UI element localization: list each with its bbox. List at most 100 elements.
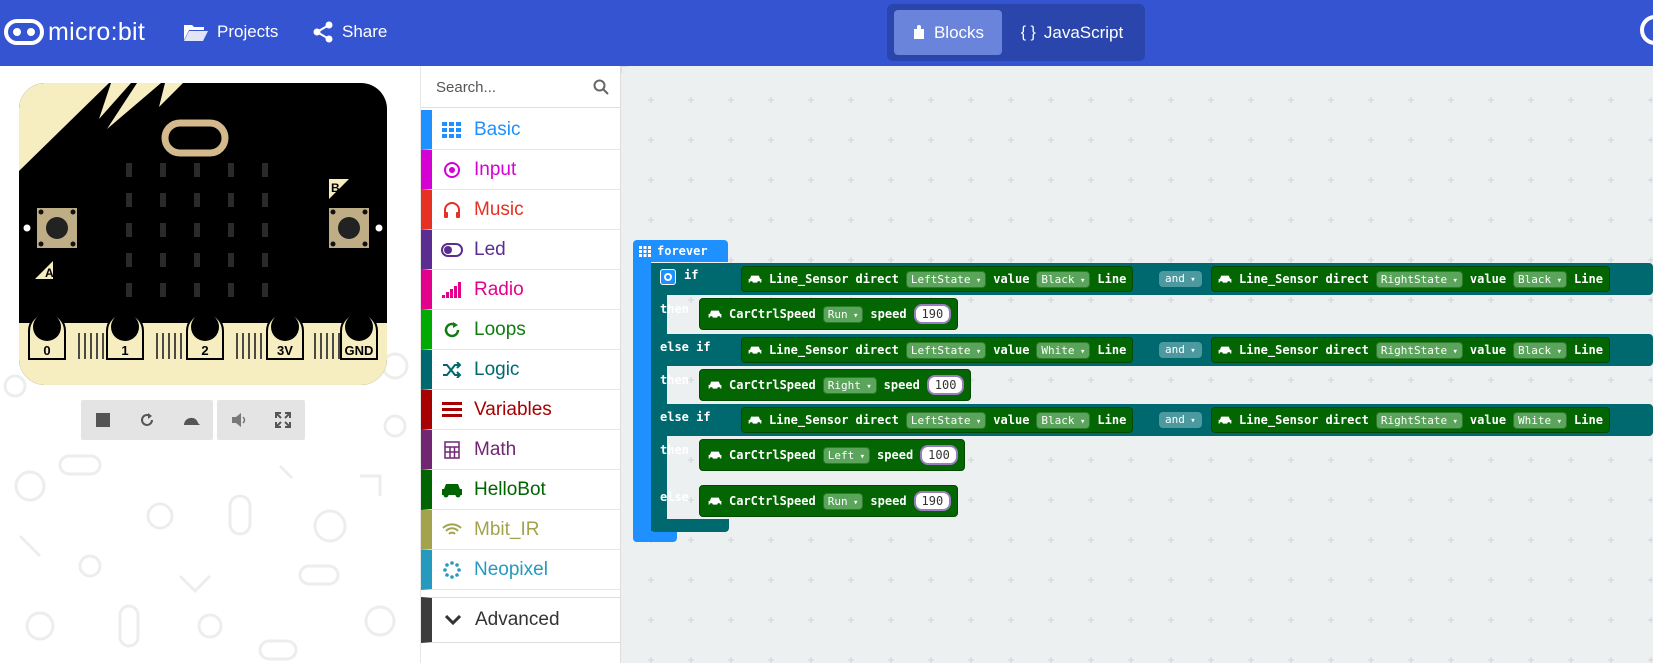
blocks-workspace[interactable]: forever if then else if then else if the…: [621, 66, 1653, 663]
car-icon: [748, 416, 762, 425]
logo-text: micro:bit: [48, 17, 146, 46]
button-b[interactable]: [329, 208, 369, 248]
stop-icon[interactable]: [81, 400, 125, 440]
value-label: value: [1469, 272, 1507, 286]
javascript-tab[interactable]: { } JavaScript: [1005, 10, 1139, 55]
line-sensor-block[interactable]: Line_Sensor direct RightState value Whit…: [1211, 407, 1610, 433]
speed-value-input[interactable]: 190: [913, 491, 952, 511]
speed-value-input[interactable]: 100: [920, 445, 958, 465]
category-loops[interactable]: Loops: [421, 310, 621, 350]
color-dropdown[interactable]: Black: [1513, 270, 1568, 288]
help-icon[interactable]: [1640, 15, 1653, 45]
speed-label: speed: [870, 307, 907, 321]
and-operator-dropdown[interactable]: and: [1159, 412, 1202, 428]
and-operator-dropdown[interactable]: and: [1159, 271, 1202, 287]
category-label: Math: [474, 438, 517, 460]
refresh-icon: [441, 321, 463, 339]
color-dropdown[interactable]: Black: [1036, 411, 1091, 429]
pin-1-label: 1: [121, 343, 128, 358]
simulator-panel: A B 0 1 2 3V GND: [0, 66, 420, 663]
gear-icon[interactable]: [660, 269, 676, 285]
search-input[interactable]: [421, 66, 621, 108]
state-dropdown[interactable]: RightState: [1375, 411, 1463, 429]
toolbox: Basic Input Music Led Radio Loops Logic …: [420, 66, 621, 663]
forever-block-body[interactable]: [633, 260, 651, 542]
category-logic[interactable]: Logic: [421, 350, 621, 390]
search-box: [421, 66, 621, 108]
state-dropdown[interactable]: LeftState: [905, 341, 987, 359]
color-dropdown[interactable]: Black: [1513, 341, 1568, 359]
button-a[interactable]: [37, 208, 77, 248]
state-dropdown[interactable]: LeftState: [905, 411, 987, 429]
target-icon: [441, 161, 463, 179]
car-ctrl-speed-block[interactable]: CarCtrlSpeed Right speed 100: [699, 369, 972, 401]
sensor-label: Line_Sensor: [1239, 413, 1319, 427]
forever-block[interactable]: forever: [633, 240, 728, 262]
car-icon: [708, 381, 722, 390]
calculator-icon: [441, 440, 463, 459]
color-dropdown[interactable]: White: [1513, 411, 1568, 429]
direction-dropdown[interactable]: Run: [822, 305, 864, 323]
car-icon: [748, 346, 762, 355]
category-label: Mbit_IR: [474, 518, 540, 540]
pin-gnd-label: GND: [345, 343, 374, 358]
blocks-tab[interactable]: Blocks: [894, 10, 1002, 55]
braces-icon: { }: [1020, 23, 1036, 41]
microbit-board[interactable]: A B 0 1 2 3V GND: [19, 83, 387, 385]
pin-3v-label: 3V: [277, 343, 293, 358]
state-dropdown[interactable]: LeftState: [905, 270, 987, 288]
line-sensor-block[interactable]: Line_Sensor direct LeftState value Black…: [741, 407, 1134, 433]
direction-dropdown[interactable]: Right: [822, 376, 877, 394]
direction-dropdown[interactable]: Run: [822, 492, 864, 510]
category-radio[interactable]: Radio: [421, 270, 621, 310]
speed-value-input[interactable]: 190: [913, 304, 952, 324]
car-icon: [748, 275, 762, 284]
car-ctrl-speed-block[interactable]: CarCtrlSpeed Run speed 190: [699, 298, 959, 330]
category-label: Neopixel: [474, 558, 548, 580]
category-led[interactable]: Led: [421, 230, 621, 270]
category-label: Basic: [474, 118, 521, 140]
state-dropdown[interactable]: RightState: [1375, 270, 1463, 288]
line-sensor-block[interactable]: Line_Sensor direct LeftState value White…: [741, 337, 1134, 363]
color-dropdown[interactable]: White: [1036, 341, 1091, 359]
speed-value-input[interactable]: 100: [926, 375, 965, 395]
and-operator-dropdown[interactable]: and: [1159, 342, 1202, 358]
category-variables[interactable]: Variables: [421, 390, 621, 430]
category-hellobot[interactable]: HelloBot: [421, 470, 621, 510]
slowmo-icon[interactable]: [169, 400, 213, 440]
editor-mode-switch: Blocks { } JavaScript: [887, 4, 1145, 61]
pin-2-label: 2: [201, 343, 208, 358]
microbit-logo[interactable]: micro:bit: [4, 14, 145, 50]
share-button[interactable]: Share: [312, 18, 387, 46]
restart-icon[interactable]: [125, 400, 169, 440]
category-neopixel[interactable]: Neopixel: [421, 550, 621, 590]
state-dropdown[interactable]: RightState: [1375, 341, 1463, 359]
line-sensor-block[interactable]: Line_Sensor direct LeftState value Black…: [741, 266, 1134, 292]
pin-0-label: 0: [43, 343, 50, 358]
car-ctrl-speed-block[interactable]: CarCtrlSpeed Left speed 100: [699, 439, 965, 471]
mute-icon[interactable]: [217, 400, 261, 440]
sensor-label: Line_Sensor: [769, 272, 849, 286]
share-icon: [313, 21, 333, 43]
grid-icon: [441, 121, 463, 138]
line-sensor-block[interactable]: Line_Sensor direct RightState value Blac…: [1211, 266, 1610, 292]
category-advanced[interactable]: Advanced: [421, 597, 621, 643]
category-input[interactable]: Input: [421, 150, 621, 190]
category-mbit-ir[interactable]: Mbit_IR: [421, 510, 621, 550]
category-label: HelloBot: [474, 478, 546, 500]
category-basic[interactable]: Basic: [421, 110, 621, 150]
search-icon[interactable]: [593, 79, 609, 95]
line-label: Line: [1097, 413, 1127, 427]
value-label: value: [993, 413, 1030, 427]
car-icon: [708, 310, 722, 319]
car-ctrl-speed-block[interactable]: CarCtrlSpeed Run speed 190: [699, 485, 959, 517]
projects-button[interactable]: Projects: [183, 18, 278, 46]
fullscreen-icon[interactable]: [261, 400, 305, 440]
category-music[interactable]: Music: [421, 190, 621, 230]
line-sensor-block[interactable]: Line_Sensor direct RightState value Blac…: [1211, 337, 1610, 363]
wifi-icon: [441, 522, 463, 538]
color-dropdown[interactable]: Black: [1036, 270, 1091, 288]
direction-dropdown[interactable]: Left: [822, 446, 871, 464]
category-math[interactable]: Math: [421, 430, 621, 470]
car-icon: [1218, 416, 1232, 425]
